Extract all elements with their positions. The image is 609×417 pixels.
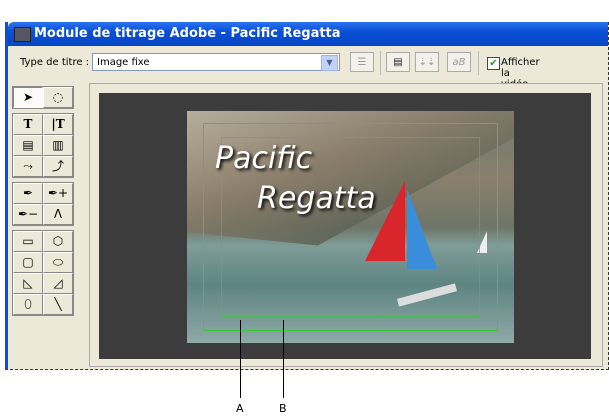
- type-tool-icon[interactable]: T: [13, 114, 43, 135]
- show-video-checkbox[interactable]: ✔: [487, 57, 500, 70]
- separator: [478, 51, 479, 75]
- delete-anchor-point-icon[interactable]: ✒−: [13, 204, 43, 225]
- canvas[interactable]: Pacific Regatta: [99, 93, 591, 359]
- drawing-area: Pacific Regatta: [89, 83, 603, 367]
- vertical-type-tool-icon[interactable]: |T: [43, 114, 73, 135]
- title-type-select[interactable]: Image fixe ▼: [92, 53, 340, 71]
- vertical-area-type-tool-icon[interactable]: ▥: [43, 135, 73, 156]
- tools-panel: ➤ ◌ T |T ▤ ▥ ⤳ ⤴ ✒ ✒+ ✒− ᐱ ▭ ⬡ ▢ ⬭ ◺ ◿ ⬯…: [12, 86, 74, 320]
- path-type-tool-icon[interactable]: ⤳: [13, 156, 43, 177]
- callout-label-b: B: [279, 402, 287, 415]
- rounded-rectangle-tool-icon[interactable]: ⬭: [43, 252, 73, 273]
- convert-anchor-point-icon[interactable]: ᐱ: [43, 204, 73, 225]
- selection-tool-icon[interactable]: ➤: [13, 87, 43, 108]
- new-title-button[interactable]: ▤: [386, 52, 410, 72]
- window-title: Module de titrage Adobe - Pacific Regatt…: [34, 26, 341, 41]
- rectangle-tool-icon[interactable]: ▭: [13, 231, 43, 252]
- title-bar[interactable]: Module de titrage Adobe - Pacific Regatt…: [8, 22, 608, 46]
- wedge-tool-icon[interactable]: ◺: [13, 273, 43, 294]
- pen-tool-icon[interactable]: ✒: [13, 183, 43, 204]
- area-type-tool-icon[interactable]: ▤: [13, 135, 43, 156]
- vertical-path-type-tool-icon[interactable]: ⤴: [43, 156, 73, 177]
- title-type-label: Type de titre :: [20, 57, 90, 68]
- callout-line-a: [240, 320, 241, 398]
- title-text-line1[interactable]: Pacific: [215, 141, 312, 176]
- ellipse-tool-icon[interactable]: ⬯: [13, 294, 43, 315]
- video-frame: Pacific Regatta: [187, 111, 514, 343]
- title-type-value: Image fixe: [97, 57, 150, 68]
- chevron-down-icon[interactable]: ▼: [321, 55, 338, 71]
- title-text-line2[interactable]: Regatta: [257, 181, 376, 216]
- callout-line-b: [283, 320, 284, 398]
- rounded-corner-rectangle-icon[interactable]: ▢: [13, 252, 43, 273]
- templates-button[interactable]: aB: [447, 52, 471, 72]
- line-tool-icon[interactable]: ╲: [43, 294, 73, 315]
- app-icon: [14, 27, 31, 42]
- callout-label-a: A: [236, 402, 244, 415]
- add-anchor-point-icon[interactable]: ✒+: [43, 183, 73, 204]
- rotation-tool-icon[interactable]: ◌: [43, 87, 73, 108]
- tab-stops-button[interactable]: ⇣⇣: [415, 52, 439, 72]
- roll-crawl-options-button[interactable]: ☰: [350, 52, 374, 72]
- separator: [380, 51, 381, 75]
- arc-tool-icon[interactable]: ◿: [43, 273, 73, 294]
- clipped-rectangle-tool-icon[interactable]: ⬡: [43, 231, 73, 252]
